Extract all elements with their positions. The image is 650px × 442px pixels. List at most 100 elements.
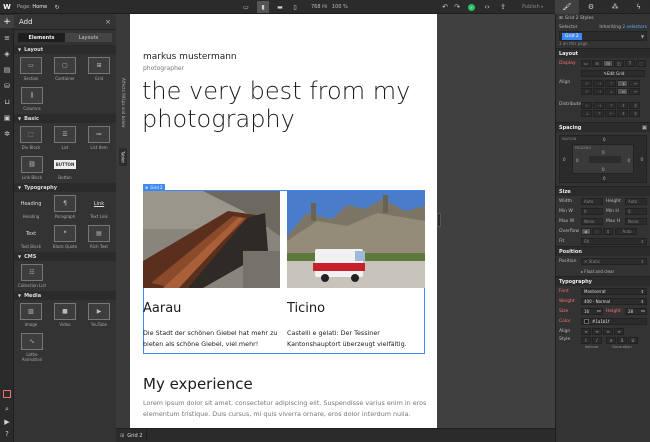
distribute-center-icon[interactable]: ⊣ <box>593 102 604 109</box>
display-inline-icon[interactable]: T <box>625 59 635 67</box>
element-image[interactable]: ▨ Image <box>16 303 46 327</box>
symbols-icon[interactable]: ◈ <box>0 47 14 60</box>
italic-on-icon[interactable]: I <box>592 337 602 344</box>
justify-start-icon[interactable]: ⊢ <box>581 88 592 95</box>
justify-baseline-icon[interactable]: ≡ <box>629 88 640 95</box>
align-left-icon[interactable]: ≡ <box>581 327 591 335</box>
navigator-layers-icon[interactable]: ≡ <box>0 31 14 44</box>
distribute-v-start-icon[interactable]: ⊥ <box>581 110 592 117</box>
align-baseline-icon[interactable]: ≡ <box>629 80 640 87</box>
overflow-auto-button[interactable]: Auto <box>615 227 637 235</box>
settings-gear-icon[interactable]: ⚙ <box>579 0 603 14</box>
display-none-icon[interactable]: ◌ <box>636 59 646 67</box>
canvas-resize-handle[interactable] <box>437 213 441 227</box>
distribute-start-icon[interactable]: ⊢ <box>581 102 592 109</box>
tab-layouts[interactable]: Layouts <box>65 33 112 42</box>
align-center-text-icon[interactable]: ≡ <box>592 327 602 335</box>
align-start-icon[interactable]: ⊢ <box>581 80 592 87</box>
align-stretch-icon[interactable]: ▮ <box>617 80 628 87</box>
code-export-icon[interactable]: ‹› <box>481 0 493 14</box>
max-width-input[interactable]: None <box>581 217 603 225</box>
publish-button[interactable]: Publish ▾ <box>522 4 543 10</box>
mobile-landscape-icon[interactable]: ▬ <box>274 2 286 12</box>
experience-heading[interactable]: My experience <box>143 375 253 393</box>
distribute-v-between-icon[interactable]: ⫴ <box>617 110 628 117</box>
section-layout-header[interactable]: ▼ Layout <box>14 45 116 54</box>
breadcrumb-item[interactable]: ⊞ Grid 2 <box>116 430 148 441</box>
card-aarau-title[interactable]: Aarau <box>143 301 181 316</box>
ticino-photo[interactable] <box>287 191 425 288</box>
cms-database-icon[interactable]: ⛁ <box>0 79 14 92</box>
element-columns[interactable]: ⫼ Columns <box>17 87 47 111</box>
experience-text[interactable]: Lorem ipsum dolor sit amet, consectetur … <box>143 398 429 420</box>
element-rich-text[interactable]: ▤ Rich Text <box>84 225 114 249</box>
grid-selection-tag[interactable]: ⊞ Grid 2 <box>143 184 165 190</box>
ecommerce-cart-icon[interactable]: ⊔ <box>0 95 14 108</box>
aarau-photo[interactable] <box>143 191 280 288</box>
font-family-select[interactable]: Montserrat ⇕ <box>581 287 647 295</box>
color-swatch[interactable] <box>584 318 589 324</box>
section-basic-header[interactable]: ▼ Basic <box>14 114 116 123</box>
justify-end-icon[interactable]: ⊥ <box>605 88 616 95</box>
spacing-box-model[interactable]: MARGIN 0 0 0 0 PADDING 0 0 0 0 <box>559 135 647 183</box>
video-tutorial-icon[interactable]: ▶ <box>0 416 14 428</box>
project-settings-icon[interactable]: ✲ <box>0 127 14 140</box>
element-link-block[interactable]: ⛓ Link Block <box>17 156 47 180</box>
width-input[interactable]: Auto <box>581 197 603 205</box>
align-right-icon[interactable]: ≡ <box>603 327 613 335</box>
distribute-v-around-icon[interactable]: ⫼ <box>629 110 640 117</box>
webflow-logo-icon[interactable]: W <box>0 0 14 14</box>
margin-top-value[interactable]: 0 <box>603 137 606 142</box>
position-section-header[interactable]: Position <box>556 246 650 256</box>
size-section-header[interactable]: Size <box>556 186 650 196</box>
element-container[interactable]: ▢ Container <box>50 57 80 81</box>
justify-center-icon[interactable]: ⊣ <box>593 88 604 95</box>
mobile-portrait-icon[interactable]: ▯ <box>290 2 300 12</box>
selector-field[interactable]: Grid 2 ▼ <box>559 31 647 41</box>
element-text-block[interactable]: Text Text Block <box>16 225 46 250</box>
assets-image-icon[interactable]: ▣ <box>0 111 14 124</box>
align-center-icon[interactable]: ⊣ <box>593 80 604 87</box>
add-panel-plus-icon[interactable]: + <box>0 15 14 28</box>
overflow-visible-icon[interactable]: ◉ <box>581 227 591 235</box>
site-subtitle[interactable]: photographer <box>143 65 184 72</box>
margin-left-value[interactable]: 0 <box>563 157 566 162</box>
help-icon[interactable]: ? <box>0 428 14 440</box>
element-list-item[interactable]: ≔ List Item <box>84 126 114 150</box>
font-weight-select[interactable]: 400 - Normal ⇕ <box>581 297 647 305</box>
display-block-icon[interactable]: ▭ <box>581 59 591 67</box>
spacing-settings-icon[interactable]: ⊡ <box>641 125 647 130</box>
padding-box[interactable]: PADDING 0 0 0 0 <box>572 144 634 174</box>
padding-top-value[interactable]: 0 <box>602 150 605 155</box>
spacing-section-header[interactable]: Spacing ⊡ <box>556 122 650 132</box>
height-input[interactable]: Auto <box>625 197 647 205</box>
padding-bottom-value[interactable]: 0 <box>602 167 605 172</box>
inheriting-info[interactable]: Inheriting 2 selectors <box>599 25 647 30</box>
display-grid-icon[interactable]: ⊞ <box>603 59 613 67</box>
text-color-input[interactable]: #1a1b1f <box>581 317 647 325</box>
card-aarau-text[interactable]: Die Stadt der schönen Giebel hat mehr zu… <box>143 328 280 350</box>
min-height-input[interactable]: 0 <box>625 207 647 215</box>
distribute-v-end-icon[interactable]: ⊢ <box>605 110 616 117</box>
audit-panel-icon[interactable] <box>3 390 11 398</box>
close-icon[interactable]: × <box>105 18 111 26</box>
padding-left-value[interactable]: 0 <box>576 158 579 163</box>
decoration-none-icon[interactable]: ✕ <box>606 337 616 344</box>
undo-icon[interactable]: ↶ <box>440 0 450 14</box>
element-div-block[interactable]: ⬚ Div Block <box>16 126 46 150</box>
display-flex-icon[interactable]: ⊟ <box>592 59 602 67</box>
site-name[interactable]: markus mustermann <box>143 52 237 62</box>
desktop-icon[interactable]: ▭ <box>240 2 252 12</box>
chevron-down-icon[interactable]: ▼ <box>641 34 644 39</box>
element-grid[interactable]: ⊞ Grid <box>84 57 114 81</box>
object-fit-select[interactable]: Fill ⇕ <box>581 237 647 245</box>
element-lottie[interactable]: ∿ Lottie Animation <box>17 333 47 362</box>
line-height-input[interactable]: 28 PX <box>625 307 647 315</box>
search-icon[interactable]: ⌕ <box>0 403 14 415</box>
element-button[interactable]: BUTTON Button <box>50 156 80 180</box>
element-collection-list[interactable]: ☷ Collection List <box>17 264 47 288</box>
share-icon[interactable]: ⇪ <box>497 0 509 14</box>
display-inline-block-icon[interactable]: ◫ <box>614 59 624 67</box>
margin-right-value[interactable]: 0 <box>640 157 643 162</box>
page-selector[interactable]: Page: Home <box>17 4 47 10</box>
